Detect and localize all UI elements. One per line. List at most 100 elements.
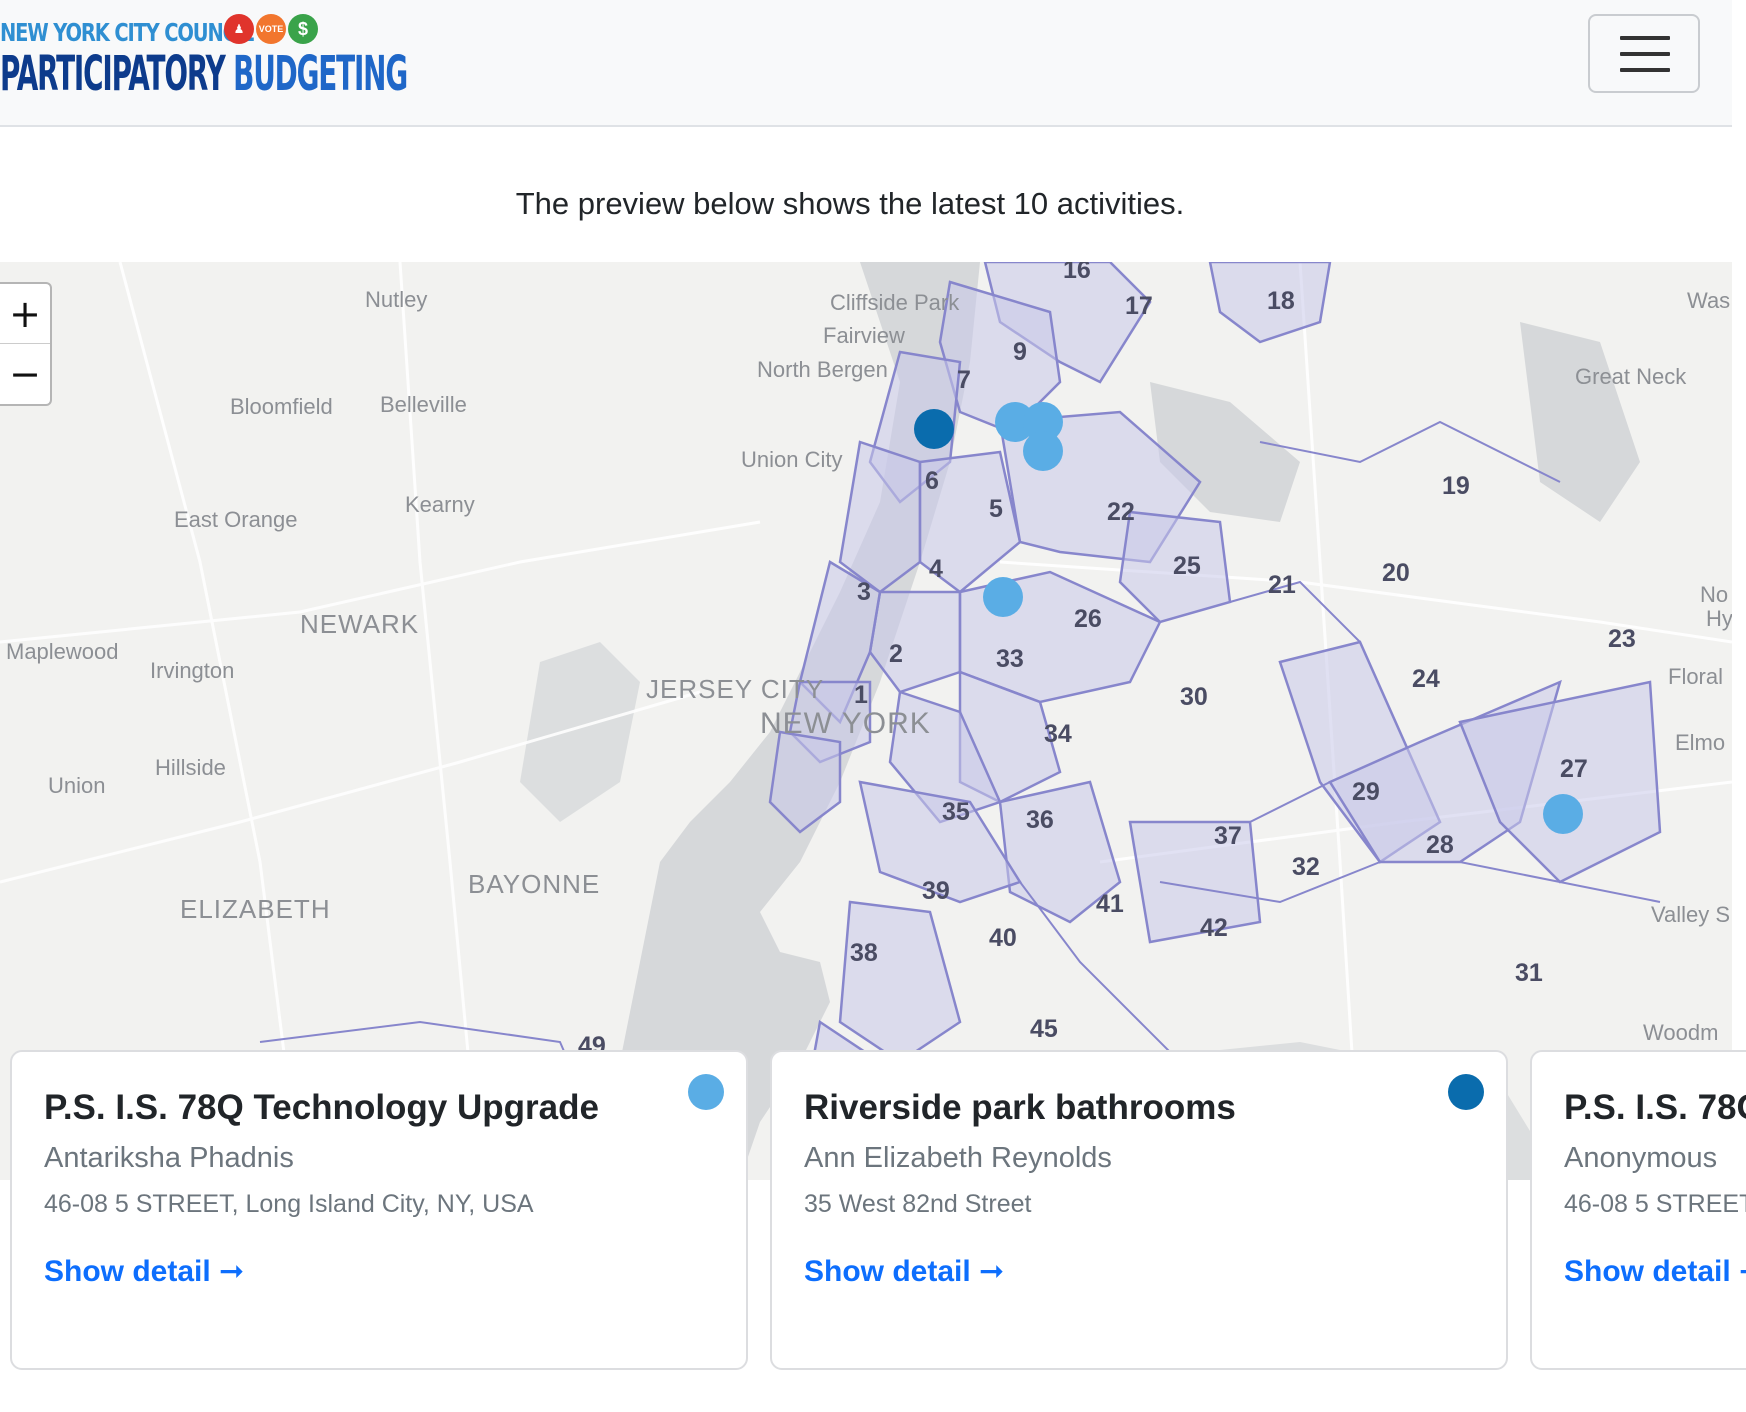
activity-card[interactable]: Riverside park bathrooms Ann Elizabeth R… — [770, 1050, 1508, 1370]
activity-title: Riverside park bathrooms — [804, 1088, 1236, 1127]
district-label: 32 — [1292, 853, 1320, 881]
activity-address: 46-08 5 STREET, Long Island City, NY, US… — [1564, 1190, 1746, 1218]
district-label: 9 — [1013, 338, 1027, 366]
activity-address: 35 West 82nd Street — [804, 1190, 1032, 1218]
place-label: Hillside — [155, 755, 226, 780]
status-dot-icon — [1448, 1074, 1484, 1110]
district-label: 22 — [1107, 498, 1135, 526]
district-label: 26 — [1074, 605, 1102, 633]
activity-marker — [983, 577, 1023, 617]
people-icon: ♟ — [224, 14, 254, 44]
place-label: Fairview — [823, 323, 905, 348]
place-label: No — [1700, 582, 1728, 607]
logo-badges: ♟ VOTE $ — [224, 14, 318, 44]
district-label: 18 — [1267, 287, 1295, 315]
district-label: 2 — [889, 640, 903, 668]
place-label: Belleville — [380, 392, 467, 417]
district-label: 42 — [1200, 914, 1228, 942]
place-label: Kearny — [405, 492, 475, 517]
place-label: NEW YORK — [760, 707, 931, 740]
district-label: 25 — [1173, 552, 1201, 580]
activity-marker — [914, 409, 954, 449]
activity-card[interactable]: P.S. I.S. 78Q Technology Upgrade Antarik… — [10, 1050, 748, 1370]
show-detail-link[interactable]: Show detail ➞ — [44, 1254, 244, 1289]
zoom-in-button[interactable]: + — [0, 284, 50, 344]
activity-author: Antariksha Phadnis — [44, 1142, 294, 1174]
zoom-control: + − — [0, 282, 52, 406]
district-label: 30 — [1180, 683, 1208, 711]
place-label: Bloomfield — [230, 394, 333, 419]
menu-toggle-button[interactable] — [1588, 14, 1700, 93]
logo-word-budgeting: BUDGETING — [233, 46, 408, 102]
district-label: 29 — [1352, 778, 1380, 806]
activity-author: Ann Elizabeth Reynolds — [804, 1142, 1112, 1174]
district-label: 21 — [1268, 571, 1296, 599]
place-label: Hy — [1706, 606, 1732, 631]
district-label: 17 — [1125, 292, 1153, 320]
show-detail-link[interactable]: Show detail ➞ — [1564, 1254, 1746, 1289]
place-label: Union City — [741, 447, 842, 472]
district-label: 36 — [1026, 806, 1054, 834]
activity-marker — [1023, 431, 1063, 471]
place-label: BAYONNE — [468, 869, 600, 899]
place-label: JERSEY CITY — [646, 674, 824, 704]
zoom-out-button[interactable]: − — [0, 344, 50, 404]
district-label: 6 — [925, 467, 939, 495]
district-label: 45 — [1030, 1015, 1058, 1043]
place-label: Union — [48, 773, 105, 798]
place-label: NEWARK — [300, 609, 419, 639]
place-label: Was — [1687, 288, 1730, 313]
district-label: 19 — [1442, 472, 1470, 500]
place-label: North Bergen — [757, 357, 888, 382]
district-label: 41 — [1096, 890, 1124, 918]
place-label: Floral — [1668, 664, 1723, 689]
district-label: 31 — [1515, 959, 1543, 987]
place-label: Elmo — [1675, 730, 1725, 755]
district-label: 7 — [957, 366, 971, 394]
district-label: 3 — [857, 578, 871, 606]
place-label: Irvington — [150, 658, 234, 683]
status-dot-icon — [688, 1074, 724, 1110]
show-detail-link[interactable]: Show detail ➞ — [804, 1254, 1004, 1289]
intro-text: The preview below shows the latest 10 ac… — [515, 186, 1185, 221]
place-label: Valley S — [1651, 902, 1730, 927]
activity-address: 46-08 5 STREET, Long Island City, NY, US… — [44, 1190, 534, 1218]
district-label: 38 — [850, 939, 878, 967]
site-logo[interactable]: NEW YORK CITY COUNCIL ♟ VOTE $ PARTICIPA… — [0, 12, 408, 104]
place-label: Great Neck — [1575, 364, 1687, 389]
vote-icon: VOTE — [256, 14, 286, 44]
place-label: East Orange — [174, 507, 298, 532]
district-label: 28 — [1426, 831, 1454, 859]
district-label: 35 — [942, 798, 970, 826]
place-label: Maplewood — [6, 639, 119, 664]
map-canvas: Nutley Cliffside Park Fairview North Ber… — [0, 262, 1732, 1180]
place-label: Cliffside Park — [830, 290, 960, 315]
district-label: 33 — [996, 645, 1024, 673]
district-label: 40 — [989, 924, 1017, 952]
navbar: NEW YORK CITY COUNCIL ♟ VOTE $ PARTICIPA… — [0, 0, 1732, 127]
district-label: 16 — [1063, 262, 1091, 284]
logo-word-participatory: PARTICIPATORY — [0, 46, 226, 102]
district-label: 1 — [854, 681, 868, 709]
place-label: ELIZABETH — [180, 894, 331, 924]
activity-card[interactable]: P.S. I.S. 78Q Technology Upgrade Anonymo… — [1530, 1050, 1746, 1370]
place-label: Woodm — [1643, 1020, 1718, 1045]
district-label: 27 — [1560, 755, 1588, 783]
district-label: 23 — [1608, 625, 1636, 653]
activity-title: P.S. I.S. 78Q Technology Upgrade — [44, 1088, 599, 1127]
activity-title: P.S. I.S. 78Q Technology Upgrade — [1564, 1088, 1746, 1127]
activity-map[interactable]: Nutley Cliffside Park Fairview North Ber… — [0, 262, 1732, 1180]
logo-council-text: NEW YORK CITY COUNCIL — [0, 18, 254, 47]
district-label: 20 — [1382, 559, 1410, 587]
card-clip: P.S. I.S. 78Q Technology Upgrade Anonymo… — [1530, 1050, 1746, 1370]
logo-title: PARTICIPATORY BUDGETING — [0, 50, 408, 98]
place-label: Nutley — [365, 287, 427, 312]
district-label: 24 — [1412, 665, 1440, 693]
district-label: 4 — [929, 555, 943, 583]
district-label: 5 — [989, 495, 1003, 523]
activity-marker — [1543, 794, 1583, 834]
activity-author: Anonymous — [1564, 1142, 1718, 1174]
district-label: 39 — [922, 877, 950, 905]
district-label: 37 — [1214, 822, 1242, 850]
dollar-icon: $ — [288, 14, 318, 44]
